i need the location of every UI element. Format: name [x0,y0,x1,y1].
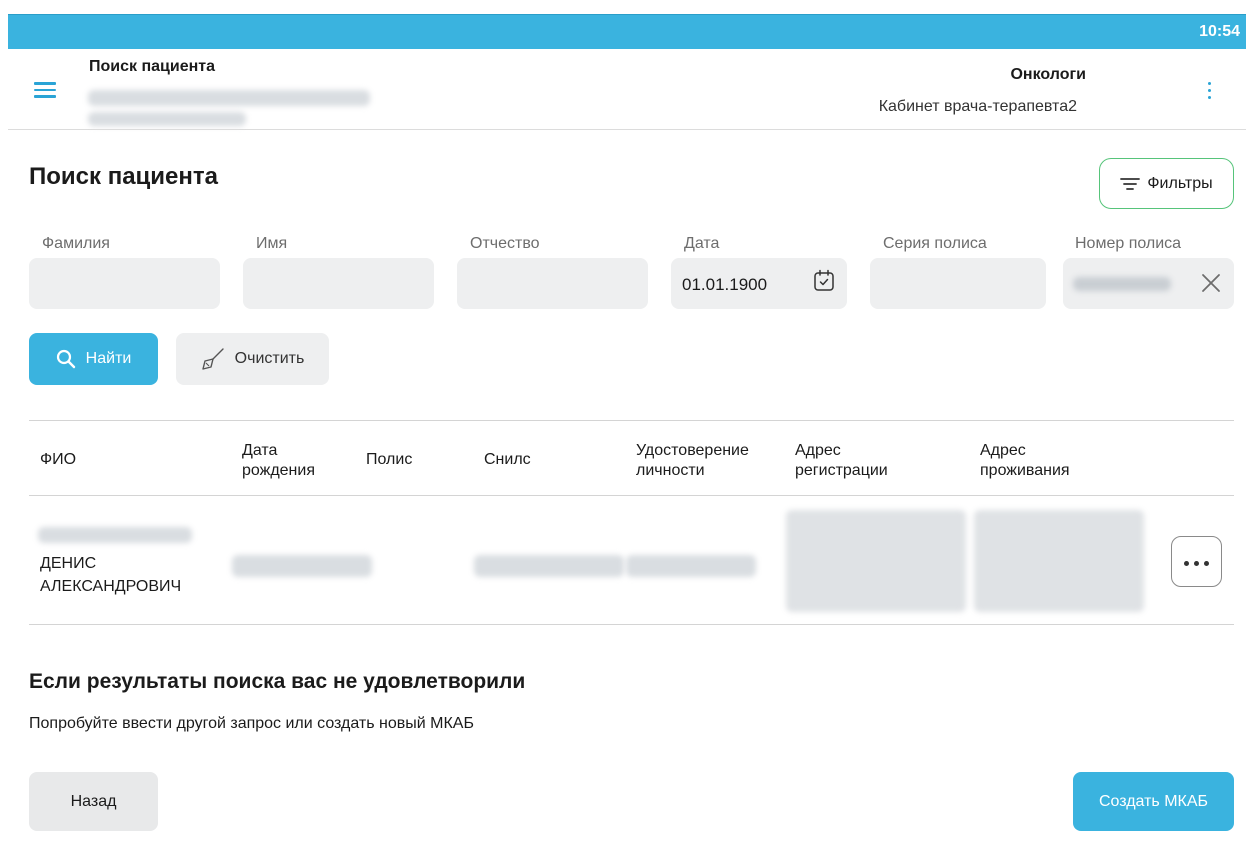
row-more-button[interactable] [1171,536,1222,587]
no-results-heading: Если результаты поиска вас не удовлетвор… [29,670,526,693]
no-results-text: Попробуйте ввести другой запрос или созд… [29,715,474,732]
col-birth-date: Дата рождения [242,442,315,479]
col-reg-address: Адрес регистрации [795,442,888,479]
first-name-field[interactable] [243,258,434,309]
col-snils: Снилс [484,451,531,468]
policy-number-redacted [1073,277,1171,291]
surname-redacted [38,527,192,543]
calendar-icon[interactable] [813,269,835,293]
policy-number-label: Номер полиса [1075,235,1182,252]
search-icon [56,349,75,369]
table-top-divider [29,420,1234,421]
reg-address-redacted [786,510,966,612]
department-name: Онкологи [1010,66,1086,83]
status-bar: 10:54 [8,14,1246,49]
status-time: 10:54 [1199,23,1240,40]
broom-icon [201,348,224,370]
col-policy: Полис [366,451,413,468]
snils-redacted [474,555,624,577]
last-name-field[interactable] [29,258,220,309]
find-label: Найти [85,350,132,367]
clear-label: Очистить [234,350,305,367]
clear-button[interactable]: Очистить [176,333,329,385]
page-title: Поиск пациента [29,163,218,190]
id-document-redacted [626,555,756,577]
user-info-redacted [88,90,370,106]
patronymic-field[interactable] [457,258,648,309]
policy-series-label: Серия полиса [883,235,987,252]
col-live-address: Адрес проживания [980,442,1070,479]
close-icon[interactable] [1200,272,1222,294]
patient-first-name: ДЕНИС [40,555,97,572]
table-header-divider [29,495,1234,496]
policy-number-field[interactable] [1063,258,1234,309]
col-id-document: Удостоверение личности [636,442,749,479]
date-field[interactable]: 01.01.1900 [671,258,847,309]
find-button[interactable]: Найти [29,333,158,385]
create-mkab-button[interactable]: Создать МКАБ [1073,772,1234,831]
col-fio: ФИО [40,451,77,468]
table-bottom-divider [29,624,1234,625]
filter-icon [1120,177,1141,190]
filters-button[interactable]: Фильтры [1099,158,1234,209]
user-role-redacted [88,112,246,126]
patronymic-label: Отчество [470,235,540,252]
date-value: 01.01.1900 [682,275,768,294]
first-name-label: Имя [256,235,288,252]
room-name: Кабинет врача-терапевта2 [878,98,1077,115]
live-address-redacted [974,510,1144,612]
app-bar-title: Поиск пациента [89,58,215,75]
last-name-label: Фамилия [42,235,110,252]
app-bar: Поиск пациента Онкологи Кабинет врача-те… [8,50,1246,130]
date-label: Дата [684,235,720,252]
more-vert-icon[interactable] [1207,82,1213,100]
back-button[interactable]: Назад [29,772,158,831]
menu-icon[interactable] [34,82,56,98]
policy-series-field[interactable] [870,258,1046,309]
birth-date-redacted [232,555,372,577]
filters-label: Фильтры [1147,174,1213,192]
patient-patronymic: АЛЕКСАНДРОВИЧ [40,578,182,595]
